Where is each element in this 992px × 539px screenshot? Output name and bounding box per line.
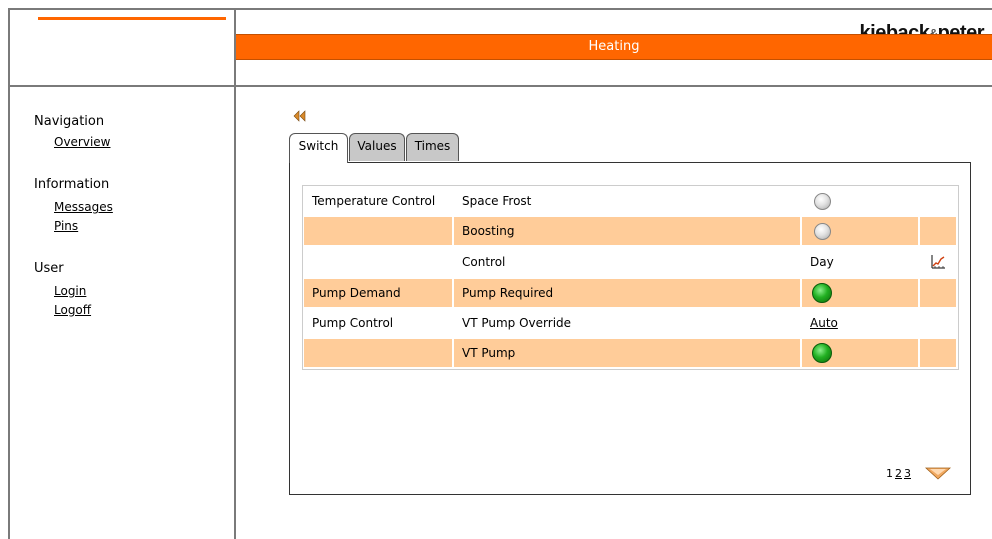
table-row: Pump Demand Pump Required <box>304 279 956 307</box>
status-lamp-green-icon <box>812 283 832 303</box>
row-name: VT Pump Override <box>462 316 572 330</box>
status-cell <box>802 217 918 245</box>
table-row: Pump Control VT Pump Override Auto <box>304 309 956 337</box>
nav-section-user: User <box>34 261 64 276</box>
page-title: Heating <box>588 39 640 54</box>
action-cell <box>920 339 956 367</box>
row-name: Pump Required <box>454 279 800 307</box>
sidebar-divider <box>234 8 236 539</box>
row-name: Control <box>462 255 506 269</box>
row-name: Boosting <box>454 217 800 245</box>
action-cell <box>920 187 956 215</box>
status-lamp-grey-icon <box>814 223 831 240</box>
row-group: Pump Control <box>312 316 394 330</box>
logo-accent-bar <box>38 17 226 20</box>
nav-link-messages[interactable]: Messages <box>54 200 113 214</box>
row-group <box>304 217 452 245</box>
pagination: 123 <box>886 467 913 480</box>
header-divider <box>8 85 992 87</box>
table-row: Boosting <box>304 217 956 245</box>
table-row: Control Day <box>304 248 956 276</box>
nav-link-pins[interactable]: Pins <box>54 219 78 233</box>
action-cell <box>920 248 956 276</box>
value-cell: Auto <box>802 309 918 337</box>
nav-link-overview[interactable]: Overview <box>54 135 111 149</box>
nav-section-information: Information <box>34 177 110 192</box>
status-lamp-green-icon <box>812 343 832 363</box>
override-mode-link[interactable]: Auto <box>810 316 838 330</box>
tab-times[interactable]: Times <box>406 133 459 161</box>
action-cell <box>920 217 956 245</box>
nav-link-logoff[interactable]: Logoff <box>54 303 91 317</box>
page-title-bar: Heating <box>236 34 992 60</box>
row-group <box>304 248 452 276</box>
action-cell <box>920 279 956 307</box>
table-row: Temperature Control Space Frost <box>304 187 956 215</box>
nav-section-navigation: Navigation <box>34 114 105 129</box>
left-border <box>8 8 10 539</box>
page-1-current: 1 <box>886 467 893 480</box>
row-name: VT Pump <box>454 339 800 367</box>
page-2-link[interactable]: 2 <box>895 467 902 480</box>
status-cell <box>802 187 918 215</box>
status-lamp-grey-icon <box>814 193 831 210</box>
nav-link-login[interactable]: Login <box>54 284 86 298</box>
page-3-link[interactable]: 3 <box>904 467 911 480</box>
action-cell <box>920 309 956 337</box>
status-cell <box>802 279 918 307</box>
next-page-icon[interactable] <box>924 466 952 480</box>
tab-switch[interactable]: Switch <box>289 133 348 163</box>
table-row: VT Pump <box>304 339 956 367</box>
row-name: Space Frost <box>462 194 532 208</box>
row-group: Pump Demand <box>304 279 452 307</box>
row-value: Day <box>810 255 834 269</box>
back-icon[interactable] <box>293 110 307 122</box>
row-group <box>304 339 452 367</box>
graph-icon[interactable] <box>930 254 946 270</box>
status-cell <box>802 339 918 367</box>
tab-values[interactable]: Values <box>349 133 405 161</box>
top-border <box>8 8 992 10</box>
row-group: Temperature Control <box>312 194 436 208</box>
